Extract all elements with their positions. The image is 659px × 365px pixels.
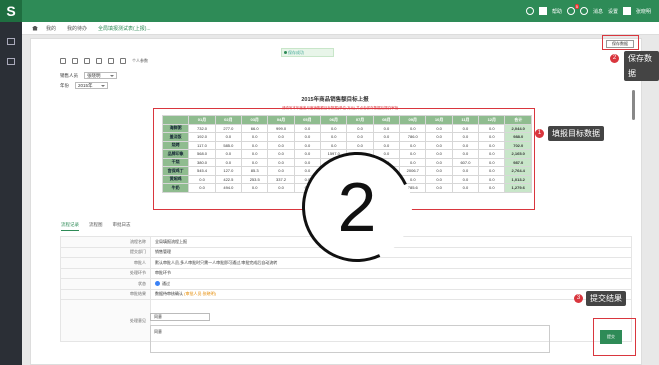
filter-salesperson: 销售人员 张晓明 [60, 72, 117, 79]
avatar[interactable] [622, 7, 631, 15]
tab-flowchart[interactable]: 流程图 [89, 222, 103, 231]
callout-1-badge: 1 [535, 129, 544, 138]
topbar-item-2[interactable]: 设置 [608, 8, 618, 15]
opinion-textarea[interactable]: 同意 [150, 325, 550, 353]
report-title: 2015年商品销售额目标上报 [301, 97, 369, 103]
breadcrumb-item-2[interactable]: 全局填报测试表(上报)... [95, 25, 154, 32]
toolbar-label[interactable]: 个人参数 [132, 58, 148, 64]
breadcrumb-item-1[interactable]: 我的待办 [64, 25, 90, 32]
status-icon [155, 281, 160, 287]
callout-2-label: 保存数据 [624, 51, 659, 81]
top-right-tools: 帮助 5 消息 设置 张晓明 [525, 0, 651, 22]
tab-approval-log[interactable]: 审批日志 [113, 222, 131, 231]
redo-icon[interactable] [84, 58, 90, 64]
home-icon[interactable] [32, 25, 38, 31]
refresh-icon[interactable] [60, 58, 66, 64]
undo-icon[interactable] [72, 58, 78, 64]
year-select[interactable]: 2015年 [75, 82, 108, 89]
info-value: 通过 [150, 278, 632, 290]
info-row: 审批结果 数据待审核确认 (审批人员:张晓明) [60, 288, 632, 300]
callout-3-badge: 3 [574, 294, 583, 303]
topbar-item-0[interactable]: 帮助 [552, 8, 562, 15]
home-icon[interactable] [538, 7, 547, 15]
info-row: 状态 通过 [60, 278, 632, 290]
step-number: 2 [337, 168, 377, 246]
search-icon[interactable] [525, 7, 534, 15]
app-logo[interactable]: S [0, 0, 22, 22]
filter-label: 销售人员 [60, 72, 78, 78]
export-icon[interactable] [108, 58, 114, 64]
topbar-item-1[interactable]: 消息 [593, 8, 603, 15]
info-label: 状态 [60, 278, 151, 290]
sidebar [0, 22, 22, 365]
info-value: 数据待审核确认 (审批人员:张晓明) [150, 288, 632, 300]
settings-icon[interactable] [120, 58, 126, 64]
status-text: 通过 [162, 280, 170, 286]
result-highlight: (审批人员:张晓明) [184, 291, 216, 297]
result-text: 数据待审核确认 [155, 291, 183, 297]
callout-2-badge: 2 [610, 54, 619, 63]
top-bar: S 帮助 5 消息 设置 张晓明 [0, 0, 659, 22]
info-label: 流程名称 [60, 236, 151, 248]
report-toolbar: 个人参数 [60, 58, 148, 64]
info-label: 处理环节 [60, 267, 151, 279]
monitor-icon[interactable] [7, 38, 15, 45]
info-row: 处理环节 审批环节 [60, 267, 632, 279]
info-label: 审批结果 [60, 288, 151, 300]
breadcrumb: 我的 我的待办 全局填报测试表(上报)... [22, 22, 659, 35]
callout-box-submit [593, 318, 636, 356]
notify-badge: 5 [574, 4, 579, 9]
info-label: 审批人 [60, 257, 151, 269]
opinion-label: 处理意见 [60, 299, 151, 342]
opinion-select[interactable]: 同意 [150, 313, 210, 321]
help-icon[interactable] [579, 7, 588, 15]
print-icon[interactable] [96, 58, 102, 64]
callout-1-label: 填报目标数据 [548, 126, 604, 141]
report-icon[interactable] [7, 58, 15, 65]
scrollbar[interactable] [632, 90, 635, 120]
tab-process-record[interactable]: 流程记录 [61, 222, 79, 231]
user-name[interactable]: 张晓明 [636, 8, 651, 15]
bell-icon[interactable]: 5 [566, 4, 579, 15]
success-toast: 保存成功 [281, 48, 334, 57]
callout-3-label: 提交结果 [586, 291, 626, 306]
filter-year: 年份 2015年 [60, 82, 108, 89]
breadcrumb-item-0[interactable]: 我的 [43, 25, 59, 32]
salesperson-select[interactable]: 张晓明 [84, 72, 117, 79]
process-tabs: 流程记录 流程图 审批日志 [61, 222, 131, 231]
callout-box-save [602, 35, 639, 50]
filter-label: 年份 [60, 82, 69, 88]
info-label: 提交部门 [60, 246, 151, 258]
info-value: 审批环节 [150, 267, 632, 279]
